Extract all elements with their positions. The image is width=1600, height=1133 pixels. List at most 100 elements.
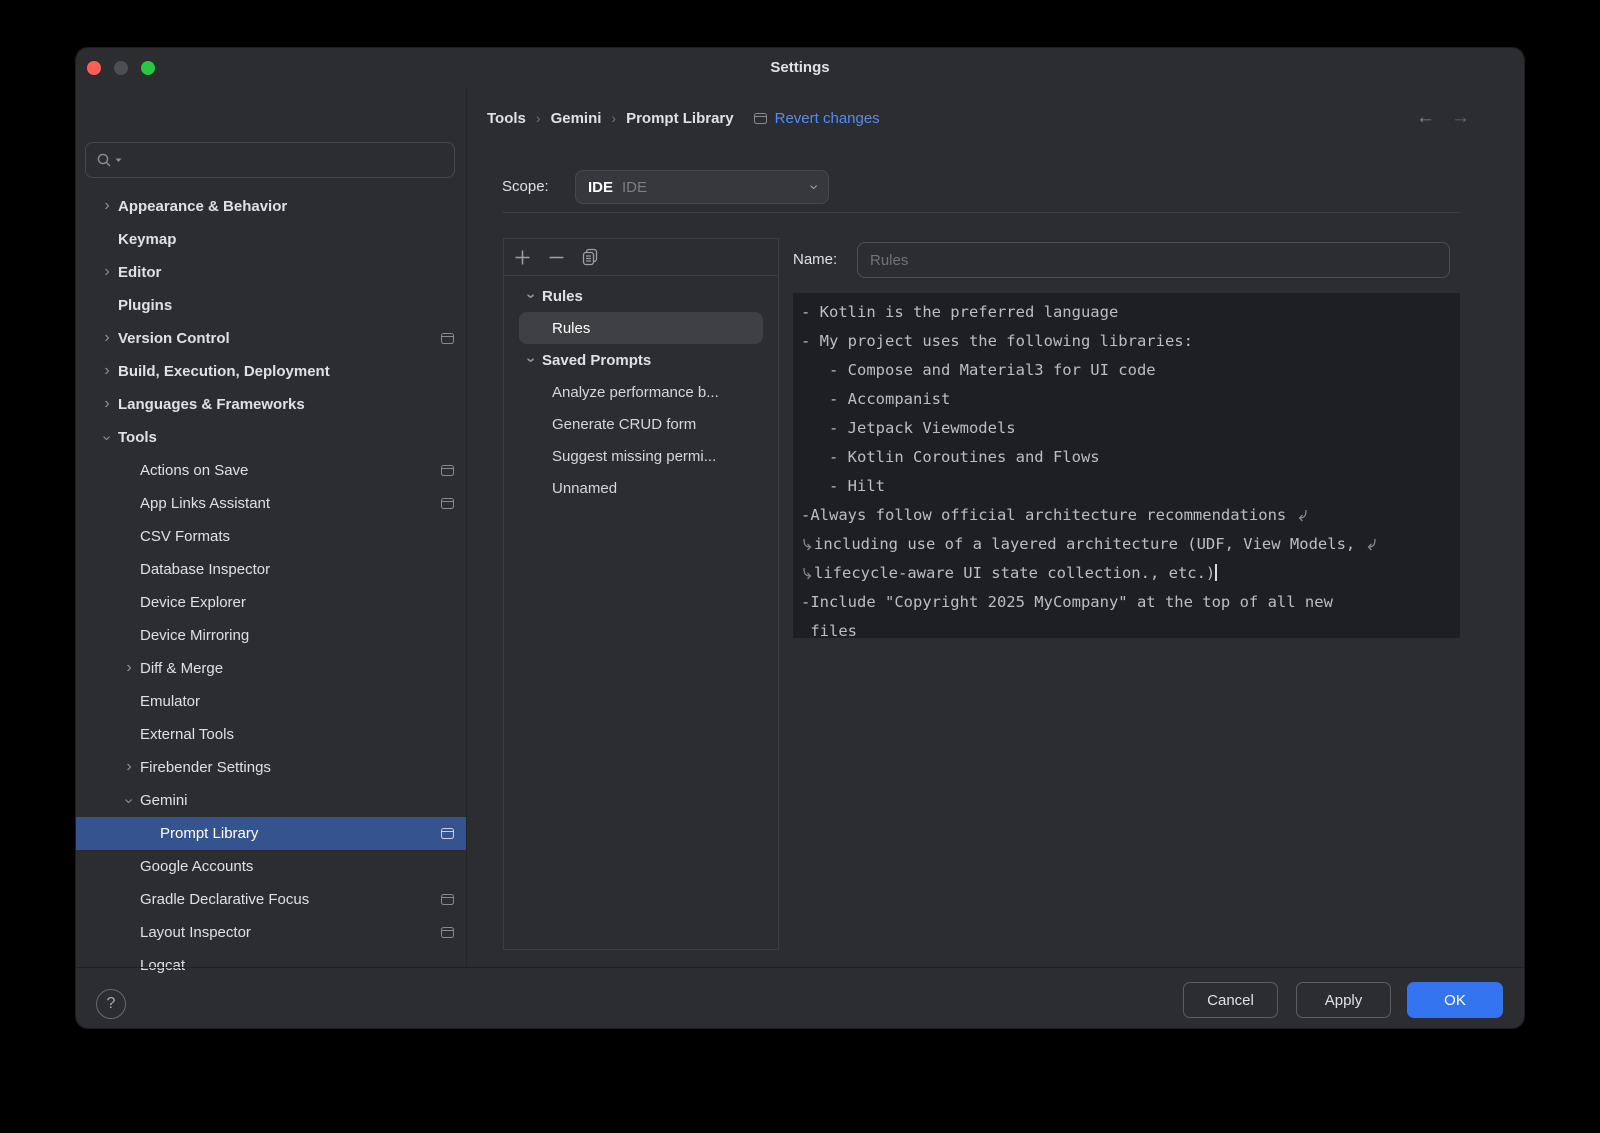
prompt-item-label: Generate CRUD form bbox=[552, 416, 696, 433]
prompt-item-label: Unnamed bbox=[552, 480, 617, 497]
forward-arrow-icon[interactable]: → bbox=[1451, 107, 1470, 129]
prompt-item-unnamed-6[interactable]: Unnamed bbox=[519, 472, 763, 504]
sidebar-item-tools[interactable]: ›Tools bbox=[76, 421, 466, 454]
chevron-down-icon[interactable]: › bbox=[118, 793, 140, 809]
editor-line: - Compose and Material3 for UI code bbox=[801, 356, 1452, 385]
prompt-item-label: Suggest missing permi... bbox=[552, 448, 716, 465]
editor-preview-icon bbox=[754, 113, 767, 124]
prompt-item-generate-crud-form-4[interactable]: Generate CRUD form bbox=[519, 408, 763, 440]
chevron-right-icon[interactable]: › bbox=[118, 760, 140, 776]
sidebar-item-device-mirroring[interactable]: Device Mirroring bbox=[76, 619, 466, 652]
apply-button[interactable]: Apply bbox=[1296, 982, 1391, 1018]
editor-line-text: - Hilt bbox=[801, 477, 885, 495]
sidebar-item-label: CSV Formats bbox=[140, 528, 230, 545]
help-button[interactable]: ? bbox=[96, 989, 126, 1019]
sidebar-item-gradle-declarative-focus[interactable]: Gradle Declarative Focus bbox=[76, 883, 466, 916]
sidebar-item-label: App Links Assistant bbox=[140, 495, 270, 512]
chevron-right-icon[interactable]: › bbox=[96, 397, 118, 413]
back-arrow-icon[interactable]: ← bbox=[1416, 107, 1435, 129]
copy-prompt-button[interactable] bbox=[580, 247, 600, 267]
sidebar-item-app-links-assistant[interactable]: App Links Assistant bbox=[76, 487, 466, 520]
chevron-down-icon[interactable]: › bbox=[96, 430, 118, 446]
add-prompt-button[interactable] bbox=[512, 247, 532, 267]
prompt-group-rules-0[interactable]: ›Rules bbox=[519, 280, 763, 312]
revert-changes-link[interactable]: Revert changes bbox=[754, 110, 880, 127]
ok-button[interactable]: OK bbox=[1407, 982, 1503, 1018]
sidebar-item-label: Firebender Settings bbox=[140, 759, 271, 776]
sidebar-item-database-inspector[interactable]: Database Inspector bbox=[76, 553, 466, 586]
breadcrumb-item-tools[interactable]: Tools bbox=[487, 110, 526, 127]
sidebar-item-diff-merge[interactable]: ›Diff & Merge bbox=[76, 652, 466, 685]
editor-line: files bbox=[801, 617, 1452, 638]
sidebar-item-plugins[interactable]: Plugins bbox=[76, 289, 466, 322]
sidebar-item-emulator[interactable]: Emulator bbox=[76, 685, 466, 718]
help-question-icon: ? bbox=[107, 995, 116, 1013]
settings-search-input[interactable] bbox=[124, 151, 444, 170]
editor-line: - Kotlin is the preferred language bbox=[801, 298, 1452, 327]
sidebar-item-keymap[interactable]: Keymap bbox=[76, 223, 466, 256]
text-cursor bbox=[1215, 564, 1217, 581]
prompt-name-input[interactable] bbox=[857, 242, 1450, 278]
editor-line-text: lifecycle-aware UI state collection., et… bbox=[814, 564, 1215, 582]
scope-label: Scope: bbox=[502, 178, 549, 195]
editor-preview-icon bbox=[441, 333, 454, 344]
prompt-group-saved-prompts-2[interactable]: ›Saved Prompts bbox=[519, 344, 763, 376]
remove-prompt-button[interactable] bbox=[546, 247, 566, 267]
editor-line-text: -Include "Copyright 2025 MyCompany" at t… bbox=[801, 593, 1333, 611]
scope-dropdown-prefix: IDE bbox=[588, 179, 613, 196]
breadcrumb-item-gemini[interactable]: Gemini bbox=[551, 110, 602, 127]
sidebar-item-label: Version Control bbox=[118, 330, 230, 347]
editor-line: including use of a layered architecture … bbox=[801, 530, 1452, 559]
sidebar-item-appearance-behavior[interactable]: ›Appearance & Behavior bbox=[76, 190, 466, 223]
prompt-text-editor[interactable]: - Kotlin is the preferred language- My p… bbox=[793, 293, 1460, 638]
sidebar-item-actions-on-save[interactable]: Actions on Save bbox=[76, 454, 466, 487]
prompt-item-suggest-missing-permi-5[interactable]: Suggest missing permi... bbox=[519, 440, 763, 472]
sidebar-item-google-accounts[interactable]: Google Accounts bbox=[76, 850, 466, 883]
sidebar-item-csv-formats[interactable]: CSV Formats bbox=[76, 520, 466, 553]
prompt-item-label: Analyze performance b... bbox=[552, 384, 719, 401]
settings-search-box[interactable] bbox=[85, 142, 455, 178]
chevron-right-icon[interactable]: › bbox=[96, 331, 118, 347]
sidebar-item-external-tools[interactable]: External Tools bbox=[76, 718, 466, 751]
sidebar-item-firebender-settings[interactable]: ›Firebender Settings bbox=[76, 751, 466, 784]
sidebar-item-label: Layout Inspector bbox=[140, 924, 251, 941]
sidebar-item-label: Editor bbox=[118, 264, 161, 281]
sidebar-item-layout-inspector[interactable]: Layout Inspector bbox=[76, 916, 466, 949]
sidebar-item-label: Gemini bbox=[140, 792, 188, 809]
search-icon bbox=[96, 152, 113, 169]
sidebar-item-gemini[interactable]: ›Gemini bbox=[76, 784, 466, 817]
sidebar-item-device-explorer[interactable]: Device Explorer bbox=[76, 586, 466, 619]
sidebar-item-languages-frameworks[interactable]: ›Languages & Frameworks bbox=[76, 388, 466, 421]
sidebar-divider bbox=[466, 88, 467, 967]
screen: Settings ›Appearance & BehaviorKeymap›Ed… bbox=[0, 0, 1600, 1133]
chevron-right-icon[interactable]: › bbox=[118, 661, 140, 677]
editor-line: - Accompanist bbox=[801, 385, 1452, 414]
sidebar-item-version-control[interactable]: ›Version Control bbox=[76, 322, 466, 355]
sidebar-item-prompt-library[interactable]: Prompt Library bbox=[76, 817, 466, 850]
chevron-right-icon[interactable]: › bbox=[96, 265, 118, 281]
sidebar-item-label: Emulator bbox=[140, 693, 200, 710]
sidebar-item-label: External Tools bbox=[140, 726, 234, 743]
sidebar-item-build-execution-deployment[interactable]: ›Build, Execution, Deployment bbox=[76, 355, 466, 388]
chevron-down-icon[interactable]: › bbox=[520, 288, 542, 304]
prompt-item-rules-1[interactable]: Rules bbox=[519, 312, 763, 344]
chevron-right-icon[interactable]: › bbox=[96, 364, 118, 380]
editor-line-text: -Always follow official architecture rec… bbox=[801, 506, 1296, 524]
sidebar-item-editor[interactable]: ›Editor bbox=[76, 256, 466, 289]
history-nav: ← → bbox=[1416, 104, 1506, 132]
chevron-right-icon[interactable]: › bbox=[96, 199, 118, 215]
sidebar-item-label: Database Inspector bbox=[140, 561, 270, 578]
breadcrumb-item-prompt-library[interactable]: Prompt Library bbox=[626, 110, 734, 127]
chevron-down-icon[interactable]: › bbox=[520, 352, 542, 368]
breadcrumb-separator-icon: › bbox=[536, 110, 541, 126]
sidebar-item-label: Languages & Frameworks bbox=[118, 396, 305, 413]
editor-preview-icon bbox=[441, 894, 454, 905]
soft-wrap-end-icon bbox=[1296, 503, 1309, 532]
editor-line: lifecycle-aware UI state collection., et… bbox=[801, 559, 1452, 588]
cancel-button[interactable]: Cancel bbox=[1183, 982, 1278, 1018]
window-title: Settings bbox=[76, 59, 1524, 76]
revert-changes-label: Revert changes bbox=[775, 110, 880, 127]
prompt-item-analyze-performance-b-3[interactable]: Analyze performance b... bbox=[519, 376, 763, 408]
prompt-list-panel: ›RulesRules›Saved Prompts Analyze perform… bbox=[503, 238, 779, 950]
scope-dropdown[interactable]: IDE IDE › bbox=[575, 170, 829, 204]
